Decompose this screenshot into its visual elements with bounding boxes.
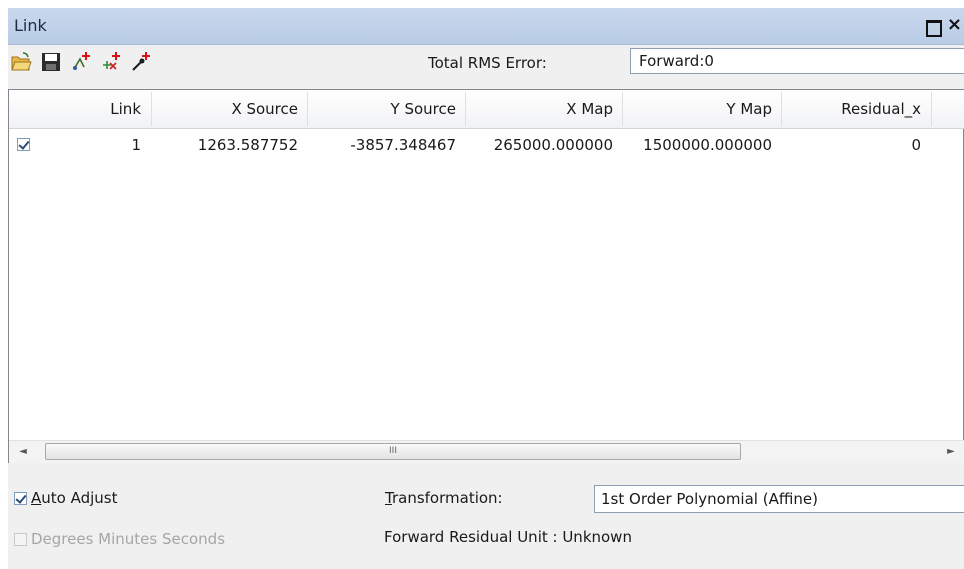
- transformation-label-text: ransformation:: [391, 489, 503, 507]
- auto-adjust-label[interactable]: Auto Adjust: [31, 489, 118, 507]
- link-window: Link × Total RMS Error: Forward:0 Link X…: [8, 8, 964, 569]
- horizontal-scrollbar[interactable]: ◄ III ►: [9, 440, 964, 463]
- column-separator[interactable]: [622, 92, 623, 126]
- maximize-button[interactable]: [926, 20, 942, 37]
- link-table: Link X Source Y Source X Map Y Map Resid…: [8, 89, 964, 463]
- cell-y-map: 1500000.000000: [643, 136, 772, 154]
- scroll-left-arrow-icon[interactable]: ◄: [15, 443, 31, 461]
- column-separator[interactable]: [151, 92, 152, 126]
- transformation-select[interactable]: 1st Order Polynomial (Affine): [594, 485, 964, 513]
- column-separator[interactable]: [931, 92, 932, 126]
- auto-adjust-accelerator: A: [31, 489, 42, 507]
- auto-adjust-label-text: uto Adjust: [41, 489, 118, 507]
- save-icon[interactable]: [40, 51, 62, 73]
- total-rms-error-field[interactable]: Forward:0: [630, 48, 964, 74]
- title-bar: Link ×: [8, 8, 964, 45]
- table-header: Link X Source Y Source X Map Y Map Resid…: [9, 90, 964, 129]
- open-folder-icon[interactable]: [10, 51, 32, 73]
- delete-link-icon[interactable]: [100, 51, 122, 73]
- window-title: Link: [14, 16, 47, 35]
- column-header-residual-x[interactable]: Residual_x: [789, 90, 921, 128]
- column-separator[interactable]: [465, 92, 466, 126]
- table-row[interactable]: 1 1263.587752 -3857.348467 265000.000000…: [9, 130, 964, 160]
- column-header-x-map[interactable]: X Map: [473, 90, 613, 128]
- row-enabled-checkbox[interactable]: [17, 138, 30, 151]
- forward-residual-unit-label: Forward Residual Unit : Unknown: [384, 528, 632, 546]
- add-link-icon[interactable]: [70, 51, 92, 73]
- close-button[interactable]: ×: [947, 14, 962, 36]
- transformation-accelerator: T: [385, 489, 392, 507]
- degrees-minutes-seconds-checkbox[interactable]: [14, 533, 27, 546]
- toolbar: Total RMS Error: Forward:0: [8, 45, 964, 79]
- cell-y-source: -3857.348467: [350, 136, 456, 154]
- auto-link-icon[interactable]: [130, 51, 152, 73]
- scrollbar-thumb[interactable]: III: [45, 443, 741, 460]
- cell-x-source: 1263.587752: [197, 136, 298, 154]
- cell-x-map: 265000.000000: [493, 136, 613, 154]
- column-separator[interactable]: [781, 92, 782, 126]
- cell-link: 1: [131, 136, 141, 154]
- column-header-link[interactable]: Link: [49, 90, 141, 128]
- column-header-y-source[interactable]: Y Source: [315, 90, 456, 128]
- column-separator[interactable]: [307, 92, 308, 126]
- degrees-minutes-seconds-label: Degrees Minutes Seconds: [31, 530, 226, 548]
- total-rms-error-label: Total RMS Error:: [428, 54, 547, 72]
- scroll-right-arrow-icon[interactable]: ►: [943, 443, 959, 461]
- transformation-label: Transformation:: [385, 489, 503, 507]
- column-header-y-map[interactable]: Y Map: [630, 90, 772, 128]
- column-header-x-source[interactable]: X Source: [159, 90, 298, 128]
- auto-adjust-checkbox[interactable]: [14, 492, 27, 505]
- cell-residual-x: 0: [911, 136, 921, 154]
